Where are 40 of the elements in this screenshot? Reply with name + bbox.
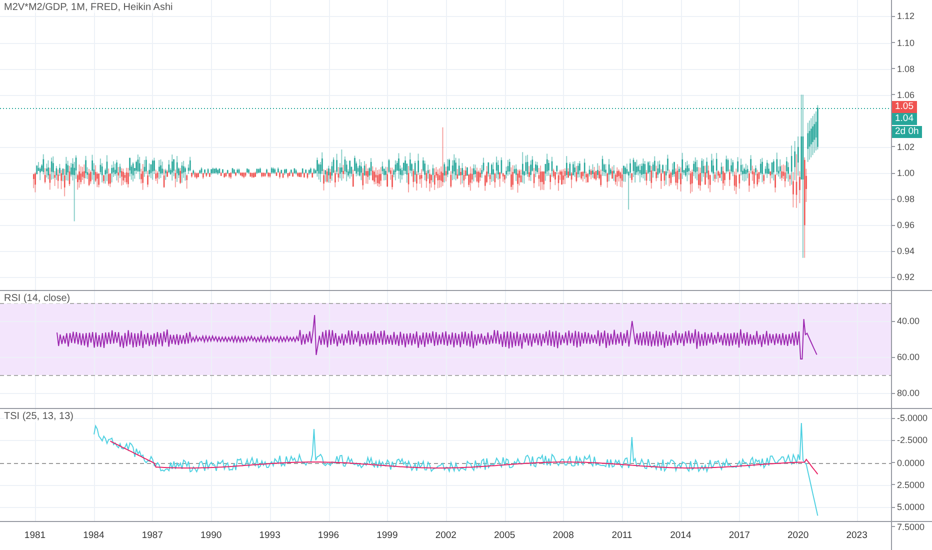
time-axis-label: 2023 <box>846 530 868 541</box>
axis-tick-label: 60.00 <box>892 352 920 362</box>
axis-tick-label: -2.5000 <box>892 435 928 446</box>
time-axis-label: 1993 <box>259 530 280 541</box>
axis-tick-label: 1.02 <box>892 142 915 152</box>
axis-tick-label: 80.00 <box>892 388 920 398</box>
axis-tick-label: 5.0000 <box>892 502 925 512</box>
axis-tick-label: 40.00 <box>892 316 920 326</box>
time-axis-label: 2011 <box>612 530 632 541</box>
indicator-title: M2V*M2/GDP, 1M, FRED, Heikin Ashi <box>4 2 173 13</box>
axis-tick-label: 0.94 <box>892 246 915 256</box>
price-label: 2d 0h <box>892 126 922 138</box>
axis-tick-label: 1.08 <box>892 64 915 74</box>
axis-tick-label: 0.98 <box>892 194 915 204</box>
axis-tick-label: 0.96 <box>892 220 915 230</box>
indicator-title: RSI (14, close) <box>4 293 70 304</box>
time-axis-label: 1999 <box>376 530 398 541</box>
time-axis-label: 1990 <box>200 530 222 541</box>
time-axis-label: 2008 <box>552 530 574 541</box>
time-axis-label: 1987 <box>142 530 163 541</box>
axis-tick-label: 1.10 <box>892 38 915 48</box>
axis-tick-label: 1.12 <box>892 11 915 22</box>
time-axis-label: 1984 <box>83 530 104 541</box>
axis-tick-label: 0.92 <box>892 272 915 282</box>
time-axis-label: 2017 <box>728 530 750 541</box>
axis-tick-label: 0.0000 <box>892 458 925 468</box>
time-axis-label: 1996 <box>318 530 340 541</box>
axis-tick-label: -5.0000 <box>892 413 928 423</box>
axis-tick-label: 1.06 <box>892 90 915 100</box>
axis-tick-label: 2.5000 <box>892 480 925 490</box>
axis-tick-label: 1.00 <box>892 168 915 178</box>
time-axis-label: 2002 <box>435 530 456 541</box>
time-axis-label: 2014 <box>670 530 692 541</box>
time-axis-label: 2020 <box>788 530 809 541</box>
price-label: 1.04 <box>892 113 916 125</box>
price-label: 1.05 <box>892 101 916 113</box>
indicator-title: TSI (25, 13, 13) <box>4 411 74 422</box>
time-axis-label: 1981 <box>24 530 46 541</box>
time-axis-label: 2005 <box>494 530 516 541</box>
axis-tick-label: 7.5000 <box>892 522 925 532</box>
